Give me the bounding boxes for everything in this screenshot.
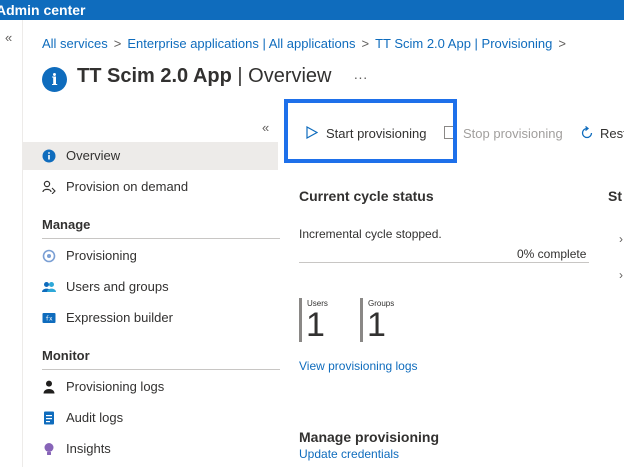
top-bar: Admin center bbox=[0, 0, 624, 20]
rail-collapse-icon[interactable]: « bbox=[5, 30, 12, 45]
sidebar-item-label: Provisioning bbox=[66, 248, 137, 263]
breadcrumb-separator: > bbox=[558, 36, 566, 51]
sidebar-item-label: Expression builder bbox=[66, 310, 173, 325]
sidebar-item-expression-builder[interactable]: fx Expression builder bbox=[22, 304, 278, 332]
progress-text: 0% complete bbox=[517, 247, 587, 261]
sidebar-item-insights[interactable]: Insights bbox=[22, 435, 278, 463]
sidebar-item-label: Overview bbox=[66, 148, 121, 163]
users-icon bbox=[42, 282, 56, 292]
sidebar-item-label: Audit logs bbox=[66, 410, 124, 425]
statistics-heading: St bbox=[608, 188, 622, 204]
expression-builder-icon: fx bbox=[42, 313, 56, 323]
person-icon bbox=[43, 380, 55, 394]
sidebar-item-label: Provision on demand bbox=[66, 179, 189, 194]
chevron-icon: › bbox=[619, 268, 623, 282]
breadcrumb-enterprise-apps[interactable]: Enterprise applications | All applicatio… bbox=[127, 36, 355, 51]
top-bar-title: Admin center bbox=[0, 2, 86, 18]
person-sync-icon bbox=[42, 180, 56, 194]
info-icon bbox=[42, 149, 56, 163]
stop-provisioning-label: Stop provisioning bbox=[463, 126, 563, 141]
svg-text:fx: fx bbox=[45, 316, 53, 323]
info-icon: i bbox=[42, 67, 67, 92]
breadcrumb-separator: > bbox=[113, 36, 122, 51]
users-count-value: 1 bbox=[306, 306, 325, 344]
sidebar-item-audit-logs[interactable]: Audit logs bbox=[22, 404, 278, 432]
audit-log-icon bbox=[44, 411, 54, 425]
cycle-status-text: Incremental cycle stopped. bbox=[299, 227, 442, 241]
more-options-button[interactable]: ··· bbox=[354, 69, 368, 85]
breadcrumb: All services > Enterprise applications | A… bbox=[42, 36, 572, 51]
restart-icon bbox=[581, 125, 593, 139]
left-rail: « bbox=[0, 20, 23, 467]
sidebar-collapse-icon[interactable]: « bbox=[262, 120, 269, 135]
restart-provisioning-button[interactable]: Rest bbox=[580, 125, 624, 141]
progress-bar bbox=[299, 262, 589, 263]
stop-provisioning-button[interactable]: Stop provisioning bbox=[444, 126, 563, 141]
view-provisioning-logs-link[interactable]: View provisioning logs bbox=[299, 359, 418, 373]
page-header: i TT Scim 2.0 App | Overview ··· bbox=[42, 64, 368, 92]
sidebar-item-label: Insights bbox=[66, 441, 111, 456]
sidebar-item-provisioning[interactable]: Provisioning bbox=[22, 242, 278, 270]
sidebar-item-label: Users and groups bbox=[66, 279, 169, 294]
sidebar-section-manage: Manage bbox=[42, 217, 280, 239]
manage-provisioning-heading: Manage provisioning bbox=[299, 429, 440, 445]
sidebar-item-overview[interactable]: Overview bbox=[22, 142, 278, 170]
breadcrumb-app-provisioning[interactable]: TT Scim 2.0 App | Provisioning bbox=[375, 36, 552, 51]
breadcrumb-separator: > bbox=[361, 36, 370, 51]
sidebar-item-label: Provisioning logs bbox=[66, 379, 165, 394]
users-count-bar bbox=[299, 298, 302, 342]
lightbulb-icon bbox=[44, 443, 54, 455]
provisioning-icon bbox=[42, 249, 56, 263]
groups-count-value: 1 bbox=[367, 306, 386, 344]
current-cycle-status-heading: Current cycle status bbox=[299, 188, 434, 204]
update-credentials-link[interactable]: Update credentials bbox=[299, 447, 399, 461]
sidebar-item-provisioning-logs[interactable]: Provisioning logs bbox=[22, 373, 278, 401]
page-title: TT Scim 2.0 App | Overview bbox=[77, 65, 332, 87]
sidebar-item-provision-on-demand[interactable]: Provision on demand bbox=[22, 173, 278, 201]
breadcrumb-all-services[interactable]: All services bbox=[42, 36, 108, 51]
restart-label: Rest bbox=[600, 126, 624, 141]
groups-count-bar bbox=[360, 298, 363, 342]
sidebar-item-users-and-groups[interactable]: Users and groups bbox=[22, 273, 278, 301]
sidebar-section-monitor: Monitor bbox=[42, 348, 280, 370]
highlight-annotation bbox=[284, 99, 457, 163]
chevron-icon: › bbox=[619, 232, 623, 246]
